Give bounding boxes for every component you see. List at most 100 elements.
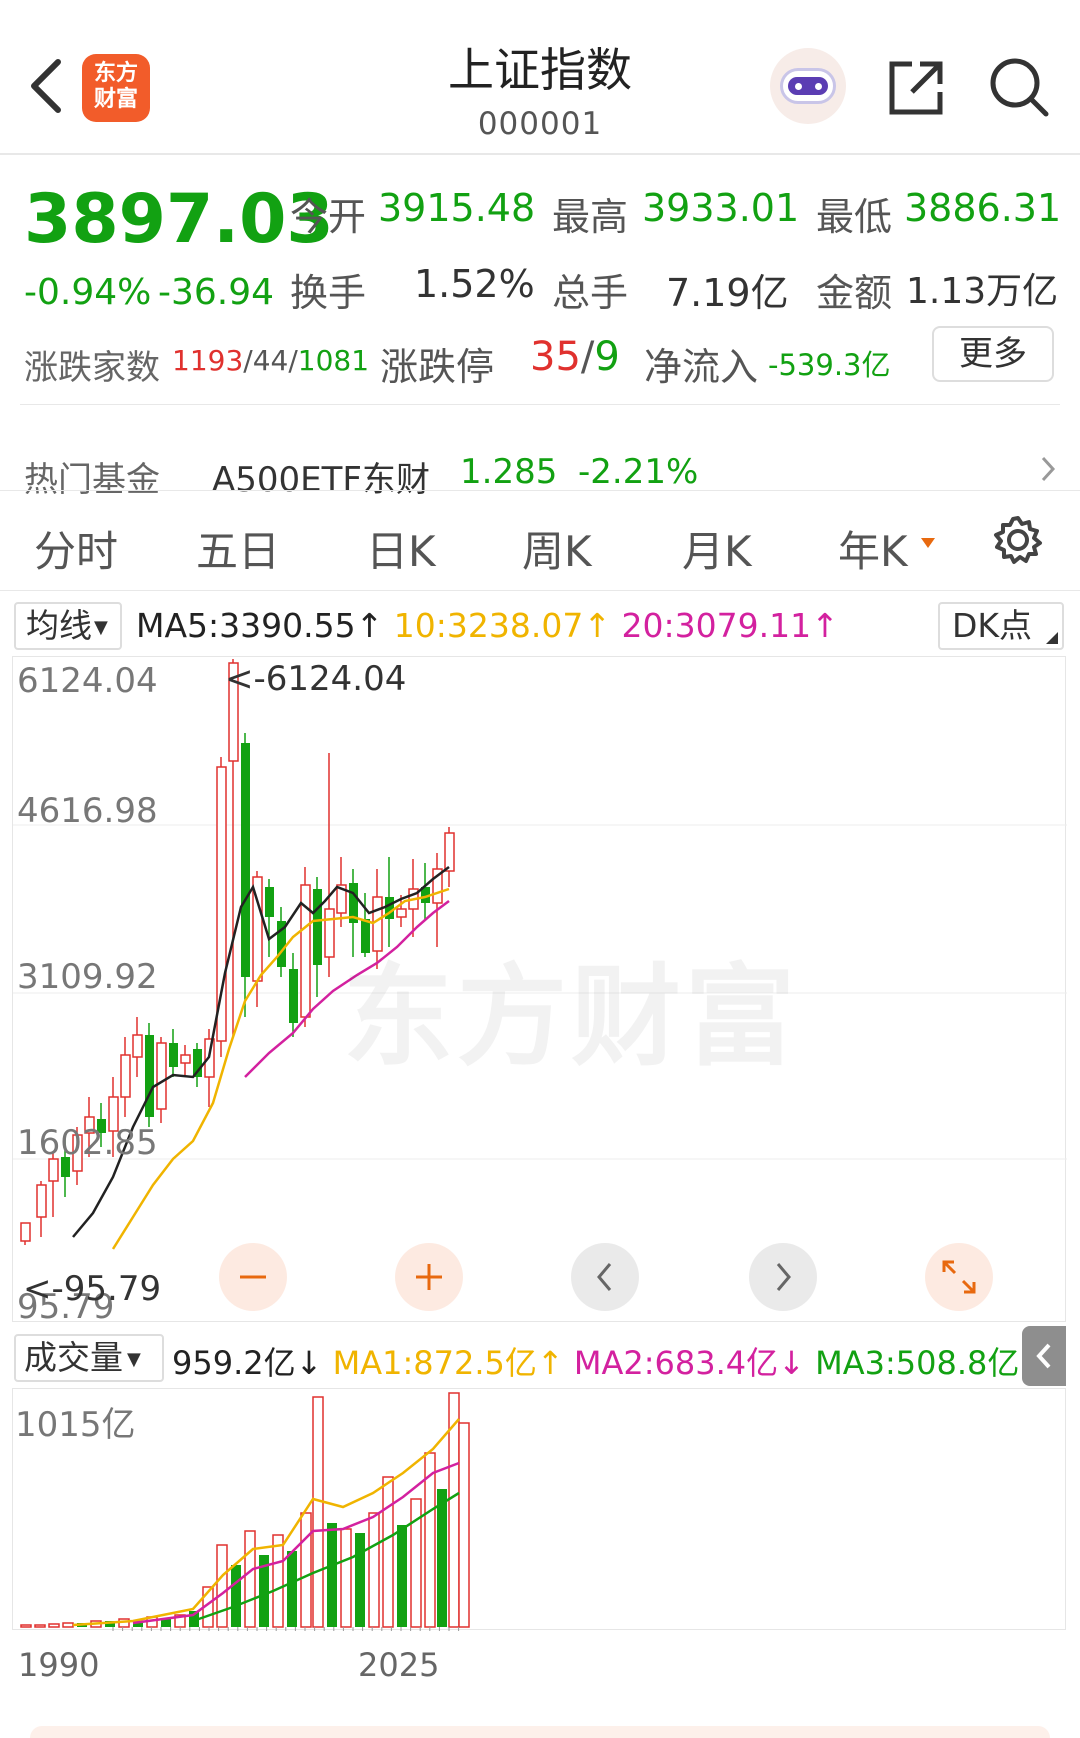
x-axis-end: 2025 xyxy=(358,1646,440,1684)
candle xyxy=(156,1042,167,1110)
dk-button-label: DK点 xyxy=(952,606,1033,645)
candle xyxy=(36,1184,47,1218)
logo-line1: 东方 xyxy=(93,61,138,86)
caret-down-icon: ▼ xyxy=(127,1348,141,1370)
share-icon[interactable] xyxy=(886,58,946,118)
scroll-right-button[interactable] xyxy=(749,1243,817,1311)
chevron-right-icon xyxy=(1040,454,1056,488)
scroll-left-button[interactable] xyxy=(571,1243,639,1311)
tab-daily-k[interactable]: 日K xyxy=(366,518,436,579)
limit-sep: / xyxy=(580,334,595,380)
candle xyxy=(132,1034,143,1058)
assistant-avatar-icon[interactable] xyxy=(770,48,846,124)
volume-bar xyxy=(34,1624,46,1628)
search-icon[interactable] xyxy=(988,56,1050,118)
ma10-value: 10:3238.07↑ xyxy=(393,606,612,645)
watermark: 东方财富 xyxy=(343,953,799,1081)
candle xyxy=(396,908,407,918)
candle xyxy=(265,887,274,917)
volume-bar xyxy=(458,1422,470,1628)
candle xyxy=(180,1054,191,1064)
netflow-value: -539.3亿 xyxy=(768,348,891,382)
tab-five-day[interactable]: 五日 xyxy=(196,518,280,579)
ma-selector-label: 均线 xyxy=(26,606,92,645)
high-value: 3933.01 xyxy=(642,186,800,230)
volume-selector[interactable]: 成交量 ▼ xyxy=(14,1334,164,1382)
hot-fund-row[interactable]: 热门基金 A500ETF东财 1.285 -2.21% xyxy=(0,444,1080,500)
ma-selector[interactable]: 均线 ▼ xyxy=(14,602,122,650)
zoom-out-button[interactable] xyxy=(219,1243,287,1311)
app-logo[interactable]: 东方 财富 xyxy=(82,54,150,122)
tab-yearly-k[interactable]: 年K xyxy=(838,518,908,579)
candle xyxy=(169,1043,178,1067)
tab-monthly-k[interactable]: 月K xyxy=(682,518,752,579)
limit-label: 涨跌停 xyxy=(380,345,495,389)
turnover-value: 1.52% xyxy=(414,262,535,306)
low-value: 3886.31 xyxy=(904,186,1062,230)
volume-value: 7.19亿 xyxy=(666,271,789,315)
volume-bar xyxy=(340,1528,352,1628)
x-axis-start: 1990 xyxy=(18,1646,100,1684)
vol-ma1-value: MA1:872.5亿↑ xyxy=(332,1344,564,1382)
volume-bar xyxy=(20,1624,32,1628)
volume-bar xyxy=(62,1622,74,1628)
fullscreen-button[interactable] xyxy=(925,1243,993,1311)
volume-bar xyxy=(231,1565,241,1627)
change-percent: -0.94% xyxy=(24,272,152,313)
volume-chart[interactable]: 1015亿 xyxy=(12,1388,1066,1631)
price-axis-label-1: 6124.04 xyxy=(17,661,158,701)
dk-button[interactable]: DK点 xyxy=(938,602,1064,650)
tab-intraday[interactable]: 分时 xyxy=(34,518,118,579)
volume-bar xyxy=(300,1512,312,1628)
volume-axis-top: 1015亿 xyxy=(15,1405,136,1445)
price-chart[interactable]: 东方财富 6124.04 4616.98 3109.92 1602.85 95.… xyxy=(12,656,1067,1327)
volume-chart-svg xyxy=(20,1392,470,1631)
amount-value: 1.13万亿 xyxy=(906,271,1059,312)
vol-ma2-value: MA2:683.4亿↓ xyxy=(573,1344,805,1382)
limit-up: 35 xyxy=(530,334,581,380)
volume-bar xyxy=(327,1523,337,1627)
candle xyxy=(216,766,227,1042)
volume-bar xyxy=(368,1512,380,1628)
zoom-in-button[interactable] xyxy=(395,1243,463,1311)
candle xyxy=(120,1054,131,1098)
dropdown-arrow-icon xyxy=(920,534,936,553)
candle xyxy=(313,889,322,965)
hot-fund-label: 热门基金 xyxy=(24,460,160,500)
volume-bar xyxy=(355,1533,365,1627)
volume-bar xyxy=(437,1489,447,1627)
more-button[interactable]: 更多 xyxy=(932,326,1054,382)
open-value: 3915.48 xyxy=(378,186,536,230)
min-price-marker: <-95.79 xyxy=(23,1269,162,1309)
tab-weekly-k[interactable]: 周K xyxy=(522,518,592,579)
bottom-bar-hint xyxy=(30,1726,1050,1738)
change-amount: -36.94 xyxy=(158,272,275,313)
high-label: 最高 xyxy=(552,195,629,239)
volume-selector-label: 成交量 xyxy=(24,1338,123,1377)
updown-sep1: / xyxy=(243,344,253,377)
volume-bar xyxy=(244,1530,256,1628)
updown-down: 1081 xyxy=(297,344,370,377)
volume-bar xyxy=(287,1551,297,1627)
updown-counts: 1193/44/1081 xyxy=(172,344,369,377)
hot-fund-name: A500ETF东财 xyxy=(212,460,430,500)
volume-bar xyxy=(397,1525,407,1627)
max-price-marker: <-6124.04 xyxy=(225,659,407,699)
volume-label: 总手 xyxy=(552,271,629,315)
candle xyxy=(444,832,455,872)
collapse-panel-button[interactable] xyxy=(1022,1326,1066,1386)
caret-down-icon: ▼ xyxy=(94,616,108,638)
volume-value: 959.2亿↓ xyxy=(172,1344,323,1382)
stock-code: 000001 xyxy=(477,106,603,142)
limit-down: 9 xyxy=(594,334,620,380)
gear-icon[interactable] xyxy=(992,514,1044,566)
back-icon[interactable] xyxy=(22,56,72,116)
volume-bar xyxy=(272,1534,284,1628)
candle xyxy=(145,1035,154,1117)
candle xyxy=(289,969,298,1023)
updown-flat: 44 xyxy=(252,344,289,377)
price-axis-label-4: 1602.85 xyxy=(17,1123,158,1163)
volume-bar xyxy=(312,1396,324,1628)
limit-counts: 35/9 xyxy=(530,334,620,380)
updown-label: 涨跌家数 xyxy=(24,348,160,388)
